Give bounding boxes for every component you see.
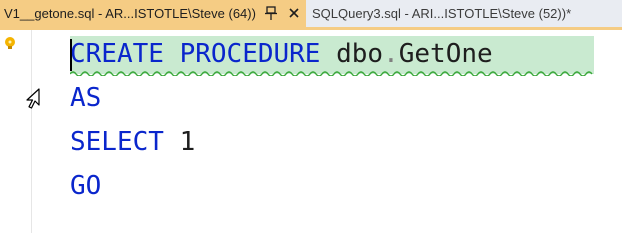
document-tab-strip: V1__getone.sql - AR...ISTOTLE\Steve (64)… (0, 0, 622, 30)
keyword-go: GO (70, 171, 102, 201)
tab-sqlquery3[interactable]: SQLQuery3.sql - ARI...ISTOTLE\Steve (52)… (306, 0, 622, 27)
keyword-procedure: PROCEDURE (179, 39, 321, 69)
select-value: 1 (179, 127, 196, 157)
tab-v1-getone[interactable]: V1__getone.sql - AR...ISTOTLE\Steve (64)… (0, 0, 306, 27)
keyword-select: SELECT (70, 127, 164, 157)
sql-editor[interactable]: CREATE PROCEDURE dbo.GetOne AS SELECT 1 … (0, 30, 622, 233)
keyword-create: CREATE (70, 39, 164, 69)
text-caret (70, 39, 72, 71)
procedure-name: GetOne (398, 39, 493, 69)
dot-separator: . (383, 39, 399, 69)
lightbulb-icon[interactable] (3, 36, 17, 50)
code-line-4: GO (70, 166, 101, 206)
schema-name: dbo (336, 39, 384, 69)
tab-title: SQLQuery3.sql - ARI...ISTOTLE\Steve (52)… (312, 6, 572, 21)
code-line-2: AS (70, 78, 101, 118)
tab-title: V1__getone.sql - AR...ISTOTLE\Steve (64)… (4, 6, 256, 21)
keyword-as: AS (70, 83, 102, 113)
reverse-arrow-cursor-icon (26, 88, 40, 109)
pin-icon[interactable] (264, 5, 278, 21)
code-line-1: CREATE PROCEDURE dbo.GetOne (70, 34, 493, 74)
close-icon[interactable] (287, 6, 301, 20)
code-line-3: SELECT 1 (70, 122, 195, 162)
editor-margin (0, 30, 32, 233)
